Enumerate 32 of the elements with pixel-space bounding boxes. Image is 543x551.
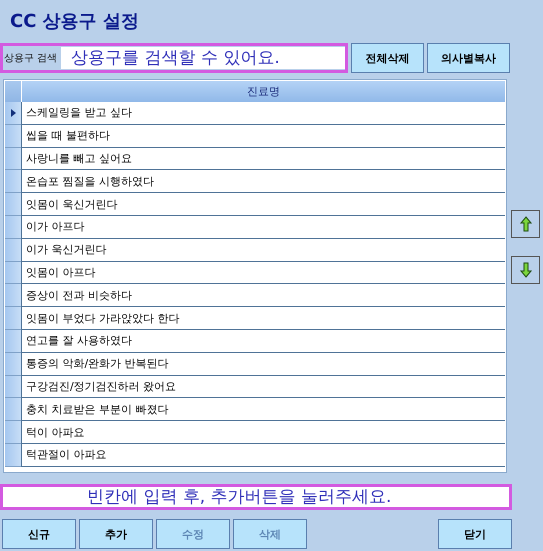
table-cell[interactable]: 잇몸이 아프다 [21,262,505,284]
table-cell[interactable]: 온습포 찜질을 시행하였다 [21,170,505,194]
move-down-button[interactable] [511,256,540,284]
up-arrow-icon [520,216,532,232]
table-cell[interactable]: 턱관절이 아파요 [21,444,505,467]
table-cell[interactable]: 충치 치료받은 부분이 빠졌다 [21,398,505,422]
table-cell[interactable]: 연고를 잘 사용하였다 [21,330,505,353]
search-field[interactable]: 상용구 검색 상용구를 검색할 수 있어요. [0,43,348,73]
table-cell[interactable]: 증상이 전과 비슷하다 [21,284,505,308]
table-cell[interactable]: 잇몸이 욱신거린다 [21,193,505,216]
table-cell[interactable]: 통증의 악화/완화가 반복된다 [21,352,505,376]
down-arrow-icon [520,262,532,278]
close-button[interactable]: 닫기 [438,519,512,549]
column-header[interactable]: 진료명 [22,81,505,102]
action-button[interactable]: 추가 [79,519,153,549]
table-cell[interactable]: 잇몸이 부었다 가라앉았다 한다 [21,307,505,330]
search-label: 상용구 검색 [3,52,58,65]
table-cell[interactable]: 이가 아프다 [21,216,505,239]
current-row-icon [10,108,16,117]
copy-button[interactable]: 의사별복사 [427,43,510,73]
table-cell[interactable]: 이가 욱신거린다 [21,238,505,262]
table-cell[interactable]: 사랑니를 빼고 싶어요 [21,148,505,170]
table-cell[interactable]: 턱이 아파요 [21,421,505,444]
move-up-button[interactable] [511,210,540,238]
table-cell[interactable]: 씹을 때 불편하다 [21,124,505,148]
phrase-input-field[interactable]: 빈칸에 입력 후, 추가버튼을 눌러주세요. [0,484,512,510]
action-button[interactable]: 신규 [2,519,76,549]
table-cell[interactable]: 스케일링을 받고 싶다 [21,102,505,125]
window-title: CC 상용구 설정 [9,10,140,34]
table-cell[interactable]: 구강검진/정기검진하러 왔어요 [21,376,505,398]
row-header[interactable] [5,102,21,125]
delete-all-button[interactable]: 전체삭제 [351,43,424,73]
